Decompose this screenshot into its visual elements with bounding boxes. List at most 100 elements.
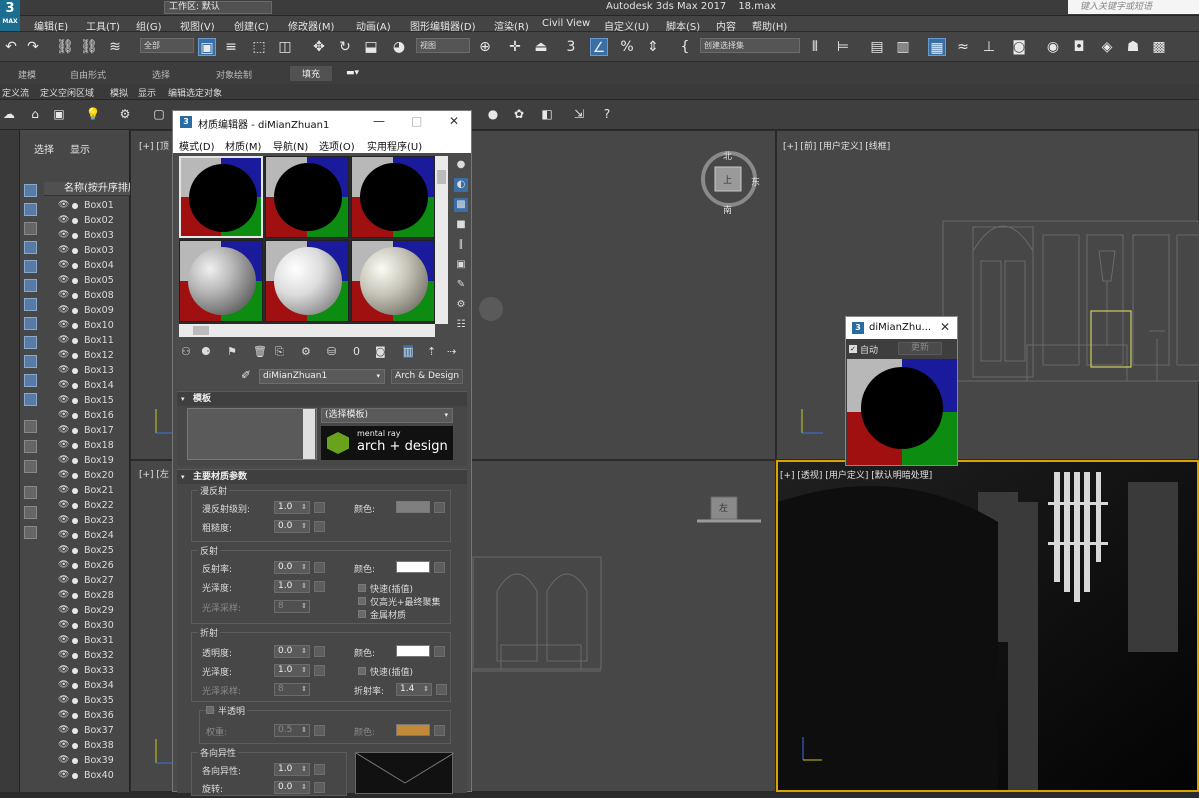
filter-xrefs-icon[interactable] xyxy=(24,317,37,330)
freeze-dot-icon[interactable] xyxy=(72,323,78,329)
freeze-dot-icon[interactable] xyxy=(72,533,78,539)
visibility-eye-icon[interactable]: 👁 xyxy=(58,483,69,498)
translucency-weight-spinner[interactable]: 0.5 ⇕ xyxy=(274,724,310,737)
list-item[interactable]: 👁 Box16 xyxy=(44,408,130,423)
maximize-icon[interactable]: □ xyxy=(411,114,422,128)
redo-icon[interactable]: ↷ xyxy=(24,38,42,56)
transparency-spinner[interactable]: 0.0 ⇕ xyxy=(274,645,310,658)
freeze-dot-icon[interactable] xyxy=(72,698,78,704)
filter-containers-icon[interactable] xyxy=(24,355,37,368)
align-icon[interactable]: ⊨ xyxy=(834,38,852,56)
render-window-icon[interactable]: ◧ xyxy=(538,105,556,123)
sample-slot[interactable] xyxy=(179,156,263,238)
viewport-perspective[interactable]: [+] [透视] [用户定义] [默认明暗处理] xyxy=(776,460,1199,792)
material-type-button[interactable]: Arch & Design xyxy=(391,369,463,384)
ribbon-toggle-icon[interactable]: ▦ xyxy=(928,38,946,56)
freeze-dot-icon[interactable] xyxy=(72,593,78,599)
link-icon[interactable]: ⛓ xyxy=(56,38,74,56)
go-to-parent-icon[interactable]: ⇡ xyxy=(427,345,436,358)
diffuse-level-spinner[interactable]: 1.0 ⇕ xyxy=(274,501,310,514)
scale-icon[interactable]: ⬓ xyxy=(362,38,380,56)
ribbon-tab-object-paint[interactable]: 对象绘制 xyxy=(216,68,252,81)
menu-group[interactable]: 组(G) xyxy=(136,18,162,33)
edit-named-selection-icon[interactable]: { xyxy=(676,38,694,56)
ribbon-tab-populate[interactable]: 填充 xyxy=(290,66,333,81)
close-icon[interactable]: ✕ xyxy=(449,114,459,128)
visibility-eye-icon[interactable]: 👁 xyxy=(58,363,69,378)
rotation-map-button[interactable] xyxy=(314,782,325,793)
percent-snap-icon[interactable]: % xyxy=(618,38,636,56)
freeze-dot-icon[interactable] xyxy=(72,383,78,389)
viewcube-top-face[interactable]: 上 xyxy=(723,173,732,186)
visibility-eye-icon[interactable]: 👁 xyxy=(58,723,69,738)
filter-funnel-icon[interactable] xyxy=(24,506,37,519)
sample-slot[interactable] xyxy=(265,156,349,238)
list-item[interactable]: 👁 Box18 xyxy=(44,438,130,453)
ribbon-tab-freeform[interactable]: 自由形式 xyxy=(70,68,106,81)
mat-menu-mode[interactable]: 模式(D) xyxy=(179,138,215,153)
layer-icon[interactable] xyxy=(24,526,37,539)
slots-hscroll[interactable] xyxy=(179,324,435,337)
menu-scripting[interactable]: 脚本(S) xyxy=(666,18,700,33)
menu-create[interactable]: 创建(C) xyxy=(234,18,269,33)
visibility-eye-icon[interactable]: 👁 xyxy=(58,423,69,438)
refraction-fast-checkbox[interactable] xyxy=(358,667,366,675)
scene-tab-select[interactable]: 选择 xyxy=(34,141,54,156)
list-item[interactable]: 👁 Box27 xyxy=(44,573,130,588)
list-item[interactable]: 👁 Box30 xyxy=(44,618,130,633)
select-manipulate-icon[interactable]: ✛ xyxy=(506,38,524,56)
background-icon[interactable]: ▩ xyxy=(454,198,468,212)
visibility-eye-icon[interactable]: 👁 xyxy=(58,243,69,258)
list-item[interactable]: 👁 Box05 xyxy=(44,273,130,288)
reflectivity-map-button[interactable] xyxy=(314,562,325,573)
move-icon[interactable]: ✥ xyxy=(310,38,328,56)
visibility-eye-icon[interactable]: 👁 xyxy=(58,543,69,558)
undo-icon[interactable]: ↶ xyxy=(2,38,20,56)
diffuse-level-map-button[interactable] xyxy=(314,502,325,513)
minimize-icon[interactable]: — xyxy=(373,114,385,128)
visibility-eye-icon[interactable]: 👁 xyxy=(58,558,69,573)
schematic-view-icon[interactable]: ◙ xyxy=(1010,38,1028,56)
helper-icon[interactable]: ▢ xyxy=(150,105,168,123)
menu-view[interactable]: 视图(V) xyxy=(180,18,215,33)
freeze-dot-icon[interactable] xyxy=(72,458,78,464)
visibility-eye-icon[interactable]: 👁 xyxy=(58,708,69,723)
visibility-eye-icon[interactable]: 👁 xyxy=(58,513,69,528)
reflection-color-swatch[interactable] xyxy=(396,561,430,573)
freeze-dot-icon[interactable] xyxy=(72,248,78,254)
slots-vscroll[interactable] xyxy=(435,156,448,324)
metal-material-checkbox[interactable] xyxy=(358,610,366,618)
light-icon[interactable]: 💡 xyxy=(84,105,102,123)
filter-spacewarps-icon[interactable] xyxy=(24,279,37,292)
make-copy-icon[interactable]: ⎘ xyxy=(275,345,284,359)
freeze-dot-icon[interactable] xyxy=(72,713,78,719)
list-item[interactable]: 👁 Box03 xyxy=(44,243,130,258)
list-item[interactable]: 👁 Box20 xyxy=(44,468,130,483)
material-name-field[interactable]: diMianZhuan1 ▾ xyxy=(259,369,385,384)
filter-bones-icon[interactable] xyxy=(24,336,37,349)
filter-invert-icon[interactable] xyxy=(24,460,37,473)
freeze-dot-icon[interactable] xyxy=(72,233,78,239)
list-item[interactable]: 👁 Box08 xyxy=(44,288,130,303)
material-navigator-icon[interactable]: ☷ xyxy=(454,318,468,332)
viewport-perspective-label[interactable]: [+] [透视] [用户定义] [默认明暗处理] xyxy=(780,468,932,481)
freeze-dot-icon[interactable] xyxy=(72,773,78,779)
dope-sheet-icon[interactable]: ⊥ xyxy=(980,38,998,56)
visibility-eye-icon[interactable]: 👁 xyxy=(58,198,69,213)
mirror-icon[interactable]: ⫴ xyxy=(806,38,824,56)
uv-tiling-icon[interactable]: ■ xyxy=(454,218,468,232)
list-item[interactable]: 👁 Box28 xyxy=(44,588,130,603)
ribbon-define-flows[interactable]: 定义流 xyxy=(2,86,29,99)
visibility-eye-icon[interactable]: 👁 xyxy=(58,663,69,678)
mat-menu-options[interactable]: 选项(O) xyxy=(319,138,355,153)
visibility-eye-icon[interactable]: 👁 xyxy=(58,333,69,348)
freeze-dot-icon[interactable] xyxy=(72,653,78,659)
sample-slot[interactable] xyxy=(351,156,435,238)
reflection-glossiness-spinner[interactable]: 1.0 ⇕ xyxy=(274,580,310,593)
render-icon[interactable]: ☗ xyxy=(1124,38,1142,56)
ribbon-simulate[interactable]: 模拟 xyxy=(110,86,128,99)
template-select[interactable]: (选择模板) ▾ xyxy=(321,408,453,423)
menu-edit[interactable]: 编辑(E) xyxy=(34,18,68,33)
visibility-eye-icon[interactable]: 👁 xyxy=(58,753,69,768)
update-button[interactable]: 更新 xyxy=(898,342,942,355)
